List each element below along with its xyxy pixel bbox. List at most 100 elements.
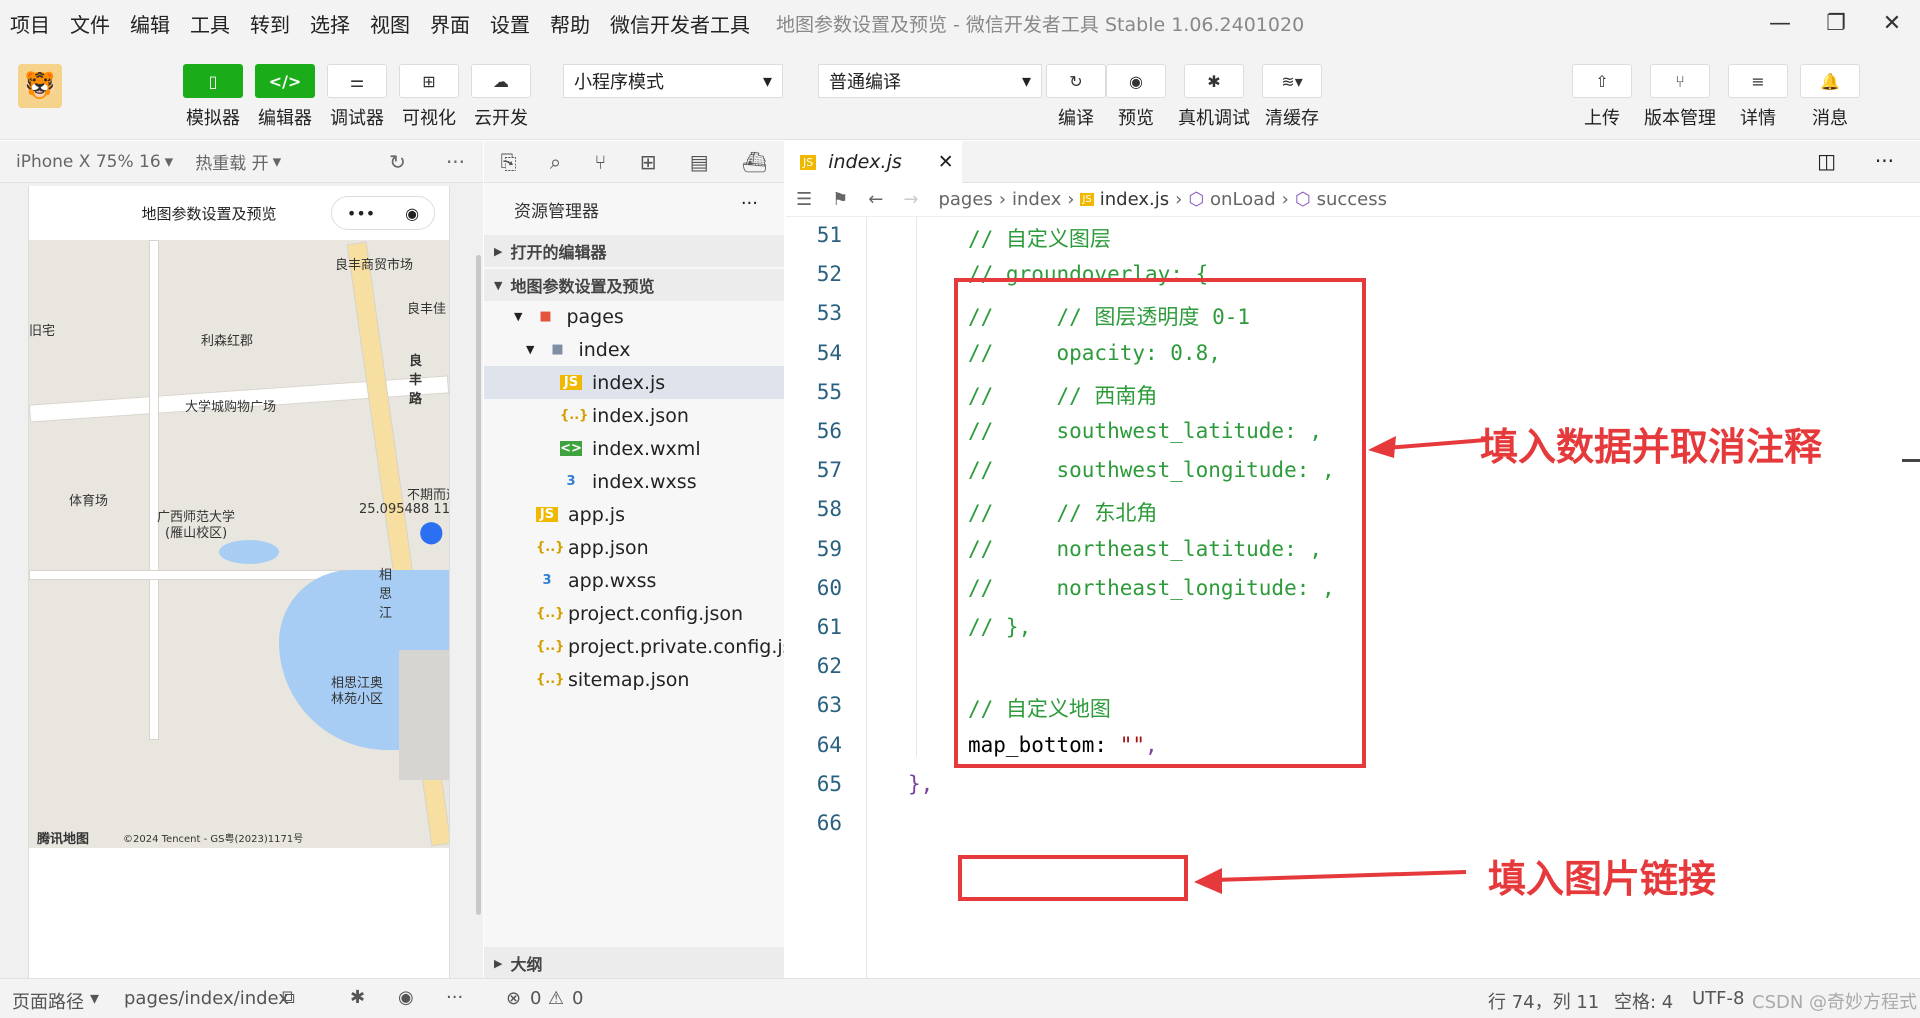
menu-select[interactable]: 选择 xyxy=(300,9,360,38)
map-view[interactable]: 良丰商贸市场 良丰佳 旧宅 利森红郡 大学城购物广场 良丰路 体育场 广西师范大… xyxy=(29,240,449,848)
menu-project[interactable]: 项目 xyxy=(0,9,60,38)
warning-icon[interactable]: ⚠ xyxy=(548,988,564,1009)
tree-file-index-wxml[interactable]: <> index.wxml xyxy=(560,432,701,465)
outline-section[interactable]: ▶ 大纲 xyxy=(484,947,784,979)
folder-icon: ■ xyxy=(551,342,564,357)
cloud-label: 云开发 xyxy=(474,108,528,129)
upload-button[interactable]: ⇧ xyxy=(1572,64,1632,98)
version-button[interactable]: ⑂ xyxy=(1650,64,1710,98)
indentation[interactable]: 空格: 4 xyxy=(1614,988,1673,1014)
tree-file-app-json[interactable]: {..} app.json xyxy=(536,531,649,564)
error-icon[interactable]: ⊗ xyxy=(506,988,521,1009)
mode-select[interactable]: 小程序模式 ▾ xyxy=(563,64,783,98)
files-icon[interactable]: ⎘ xyxy=(501,150,517,174)
menu-tools[interactable]: 工具 xyxy=(180,9,240,38)
simulator-scrollbar[interactable] xyxy=(476,255,481,915)
tree-folder-pages[interactable]: ▼ ■ pages xyxy=(514,300,784,333)
simulator-button[interactable]: ▯ xyxy=(183,64,243,98)
close-icon[interactable]: ✕ xyxy=(1864,0,1920,46)
caret-down-icon[interactable]: ▾ xyxy=(273,152,282,172)
split-editor-icon[interactable]: ◫ xyxy=(1817,149,1836,173)
forward-icon[interactable]: → xyxy=(903,189,918,210)
method-icon: ⬡ xyxy=(1188,189,1205,210)
explorer-activity-bar: ⎘ ⌕ ⑂ ⊞ ▤ ⛴ xyxy=(484,141,784,183)
upload-icon: ⇧ xyxy=(1595,71,1609,91)
tree-file-app-js[interactable]: JS app.js xyxy=(536,498,625,531)
breadcrumb-item[interactable]: pages xyxy=(938,189,992,210)
messages-button[interactable]: 🔔 xyxy=(1800,64,1860,98)
breadcrumb-item[interactable]: index xyxy=(1012,189,1061,210)
extensions-icon[interactable]: ⊞ xyxy=(640,150,657,174)
menu-settings[interactable]: 设置 xyxy=(480,9,540,38)
tree-file-project-private-config[interactable]: {..}project.private.config.js... xyxy=(536,630,784,663)
back-icon[interactable]: ← xyxy=(868,189,883,210)
caret-down-icon[interactable]: ▾ xyxy=(165,152,174,172)
menu-help[interactable]: 帮助 xyxy=(540,9,600,38)
page-path-label[interactable]: 页面路径 xyxy=(12,988,84,1014)
refresh-icon[interactable]: ↻ xyxy=(389,150,406,174)
tab-index-js[interactable]: JS index.js ✕ xyxy=(786,141,962,183)
copy-icon[interactable]: ⧉ xyxy=(282,987,295,1008)
capsule-menu[interactable]: ••• ◉ xyxy=(331,196,435,230)
preview-button[interactable]: ◉ xyxy=(1106,64,1166,98)
caret-down-icon: ▾ xyxy=(1021,70,1031,92)
js-file-icon: JS xyxy=(1080,193,1094,206)
menu-wechat-devtools[interactable]: 微信开发者工具 xyxy=(600,9,760,38)
maximize-icon[interactable]: ❐ xyxy=(1808,0,1864,46)
source-control-icon[interactable]: ⑂ xyxy=(594,150,606,174)
list-icon[interactable]: ☰ xyxy=(796,189,812,210)
menu-view[interactable]: 视图 xyxy=(360,9,420,38)
project-section[interactable]: ▼ 地图参数设置及预览 xyxy=(484,269,784,301)
open-editors-section[interactable]: ▶ 打开的编辑器 xyxy=(484,235,784,267)
cursor-position[interactable]: 行 74，列 11 xyxy=(1488,988,1599,1014)
docker-icon[interactable]: ⛴ xyxy=(742,150,767,174)
more-icon[interactable]: ••• xyxy=(347,204,375,223)
tree-file-index-js[interactable]: JS index.js xyxy=(484,366,784,399)
editor-button[interactable]: </> xyxy=(255,64,315,98)
remote-debug-button[interactable]: ✱ xyxy=(1184,64,1244,98)
compile-button[interactable]: ↻ xyxy=(1046,64,1106,98)
arrow-left-icon xyxy=(1368,436,1487,458)
eye-icon[interactable]: ◉ xyxy=(398,987,414,1008)
visual-button[interactable]: ⊞ xyxy=(399,64,459,98)
record-icon[interactable]: ◉ xyxy=(405,204,419,223)
device-select[interactable]: iPhone X 75% 16 xyxy=(16,152,161,172)
more-icon[interactable]: ··· xyxy=(446,150,465,174)
hot-reload-toggle[interactable]: 热重载 开 xyxy=(195,149,268,174)
tree-file-index-wxss[interactable]: 3 index.wxss xyxy=(560,465,696,498)
close-icon[interactable]: ✕ xyxy=(938,151,954,173)
tree-file-sitemap[interactable]: {..} sitemap.json xyxy=(536,663,689,696)
more-icon[interactable]: ··· xyxy=(741,193,758,214)
breadcrumb-item[interactable]: index.js xyxy=(1100,189,1169,210)
preview-panel-icon[interactable]: ▤ xyxy=(690,150,709,174)
compile-select[interactable]: 普通编译 ▾ xyxy=(818,64,1042,98)
breadcrumb-item[interactable]: success xyxy=(1317,189,1387,210)
more-icon[interactable]: ··· xyxy=(446,987,463,1008)
bug-icon[interactable]: ✱ xyxy=(350,987,365,1008)
menu-edit[interactable]: 编辑 xyxy=(120,9,180,38)
tree-file-index-json[interactable]: {..} index.json xyxy=(560,399,689,432)
tree-file-app-wxss[interactable]: 3 app.wxss xyxy=(536,564,656,597)
breadcrumb: ☰ ⚑ ← → pages › index › JS index.js › ⬡ … xyxy=(786,183,1920,217)
tencent-map-logo: 腾讯地图 xyxy=(37,832,90,847)
encoding[interactable]: UTF-8 xyxy=(1692,988,1744,1009)
menu-goto[interactable]: 转到 xyxy=(240,9,300,38)
details-button[interactable]: ≡ xyxy=(1728,64,1788,98)
menu-file[interactable]: 文件 xyxy=(60,9,120,38)
search-icon[interactable]: ⌕ xyxy=(550,150,561,174)
cloud-button[interactable]: ☁ xyxy=(471,64,531,98)
menu-interface[interactable]: 界面 xyxy=(420,9,480,38)
branch-icon: ⑂ xyxy=(1675,71,1685,91)
minimize-icon[interactable]: — xyxy=(1752,0,1808,46)
refresh-icon: ↻ xyxy=(1069,71,1083,91)
avatar[interactable]: 🐯 xyxy=(18,64,62,108)
debugger-button[interactable]: ⚌ xyxy=(327,64,387,98)
more-icon[interactable]: ··· xyxy=(1875,149,1894,173)
caret-down-icon[interactable]: ▾ xyxy=(90,988,99,1009)
breadcrumb-item[interactable]: onLoad xyxy=(1210,189,1276,210)
bookmark-icon[interactable]: ⚑ xyxy=(832,189,848,210)
tree-folder-index[interactable]: ▼ ■ index xyxy=(526,333,784,366)
tree-file-project-config[interactable]: {..} project.config.json xyxy=(536,597,743,630)
annotation-image-link: 填入图片链接 xyxy=(1488,857,1717,901)
clear-cache-button[interactable]: ≋▾ xyxy=(1262,64,1322,98)
